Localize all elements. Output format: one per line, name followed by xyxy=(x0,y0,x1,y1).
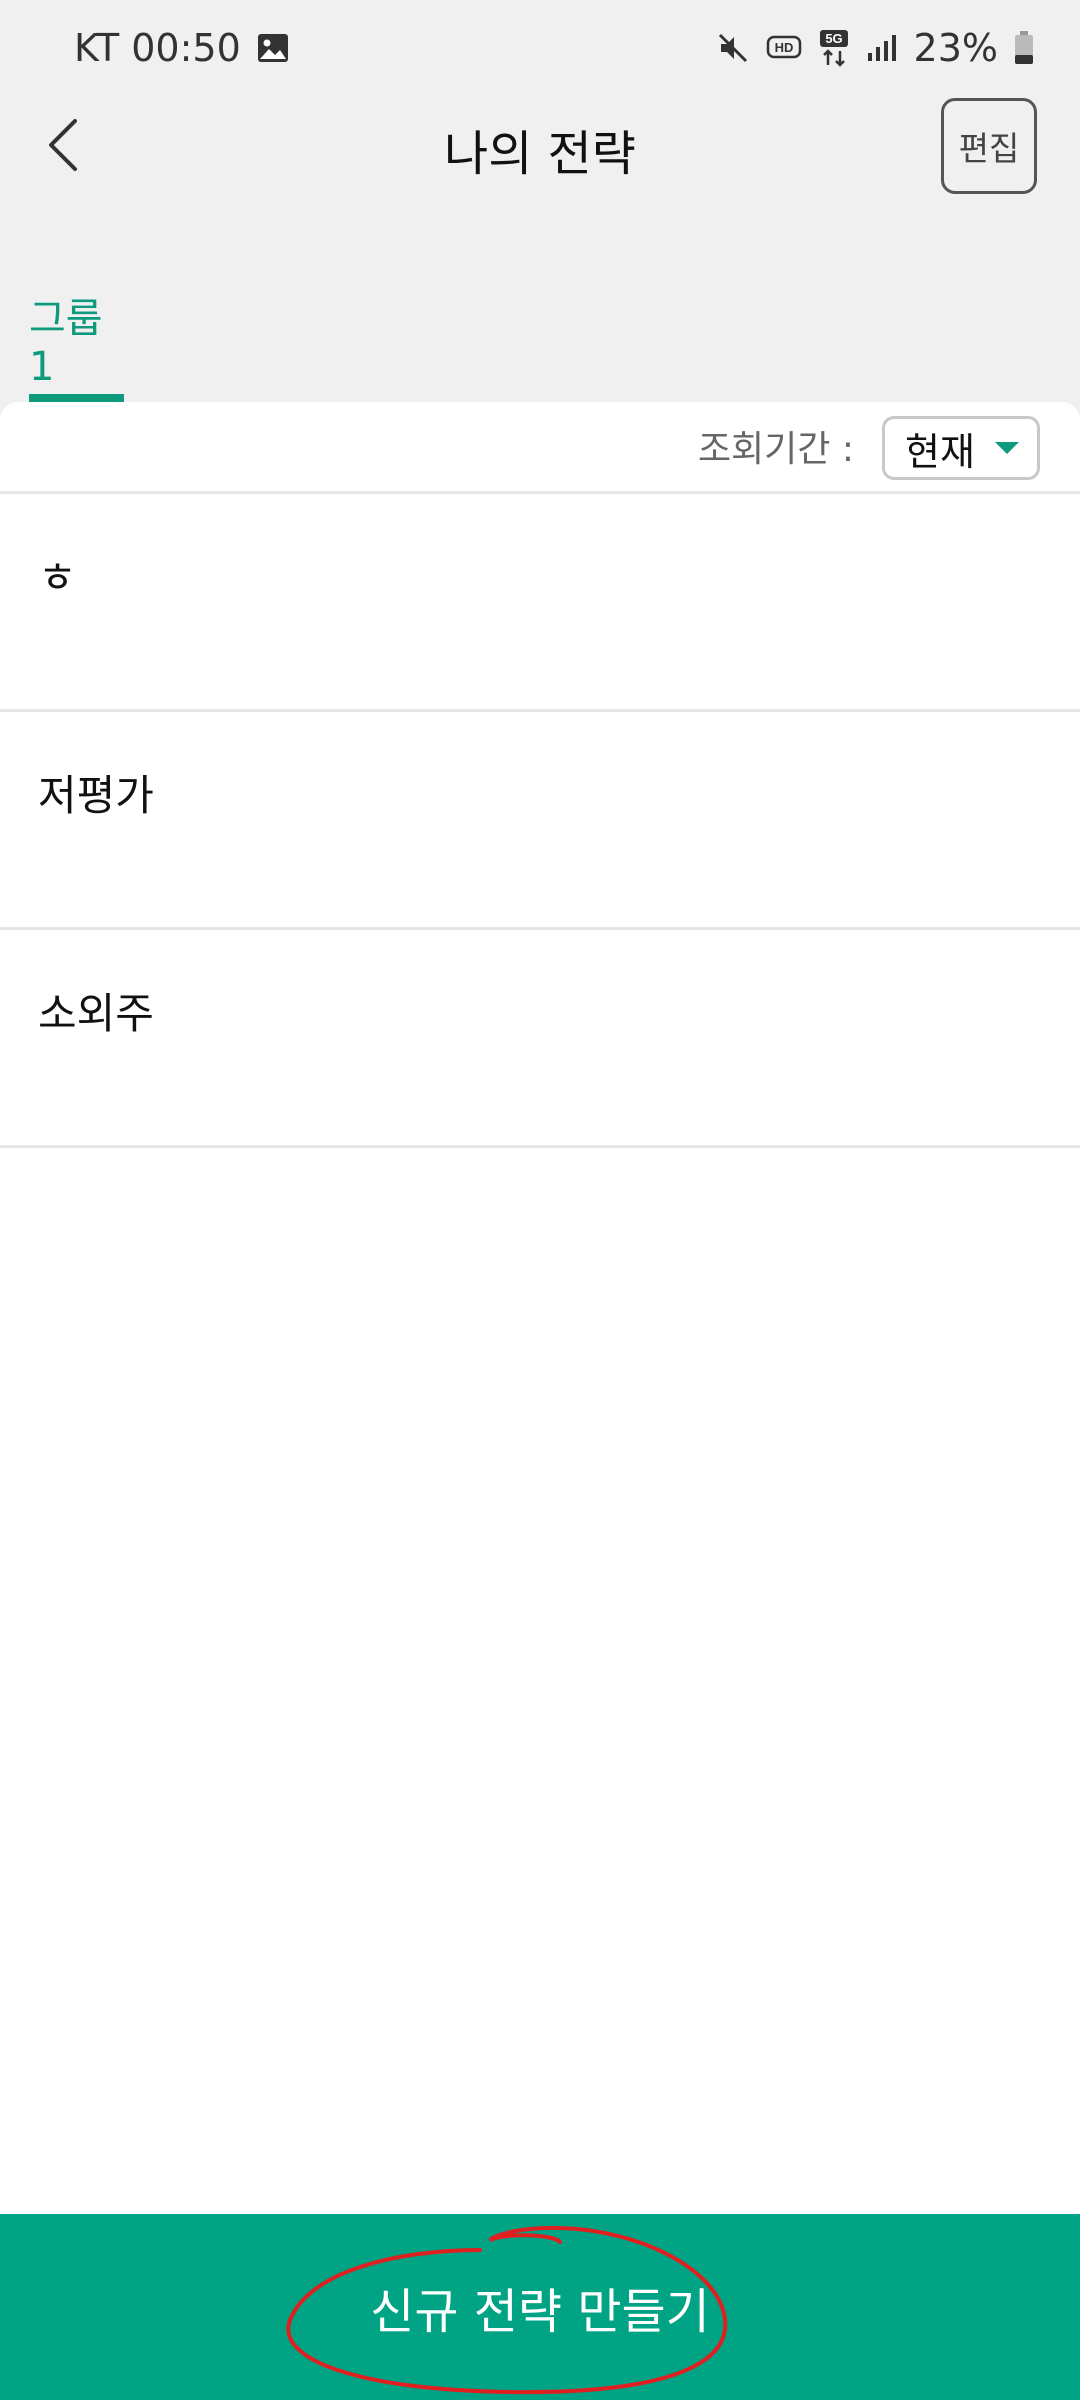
strategy-item[interactable]: 저평가 xyxy=(0,712,1080,930)
app-header: 나의 전략 편집 xyxy=(0,96,1080,200)
new-strategy-label: 신규 전략 만들기 xyxy=(370,2284,710,2340)
tab-group1[interactable]: 그룹1 xyxy=(29,250,124,402)
gallery-icon xyxy=(257,33,289,63)
strategy-name: 저평가 xyxy=(38,771,154,820)
hd-icon: HD xyxy=(766,34,802,62)
svg-text:HD: HD xyxy=(774,40,793,55)
strategy-list: ㅎ 저평가 소외주 xyxy=(0,494,1080,1148)
strategy-item[interactable]: 소외주 xyxy=(0,930,1080,1148)
5g-icon: 5G xyxy=(818,29,850,67)
tab-label: 그룹1 xyxy=(29,296,103,390)
strategy-name: ㅎ xyxy=(38,553,77,602)
period-dropdown[interactable]: 현재 xyxy=(882,416,1040,480)
strategy-panel: 조회기간 : 현재 ㅎ 저평가 소외주 xyxy=(0,402,1080,2214)
period-label: 조회기간 : xyxy=(697,429,854,470)
tab-active-indicator xyxy=(29,394,124,402)
new-strategy-button[interactable]: 신규 전략 만들기 xyxy=(0,2214,1080,2400)
strategy-item[interactable]: ㅎ xyxy=(0,494,1080,712)
group-tabs: 그룹1 xyxy=(0,250,1080,402)
status-bar: KT 00:50 HD 5G 23% xyxy=(0,0,1080,96)
svg-text:5G: 5G xyxy=(825,31,842,46)
battery-percent: 23% xyxy=(913,26,998,70)
battery-icon xyxy=(1014,31,1034,65)
status-left: KT 00:50 xyxy=(74,26,289,70)
strategy-name: 소외주 xyxy=(38,989,154,1038)
period-value: 현재 xyxy=(905,429,975,474)
caret-down-icon xyxy=(994,442,1019,454)
signal-icon xyxy=(866,33,898,63)
edit-button[interactable]: 편집 xyxy=(941,98,1037,194)
mute-icon xyxy=(716,31,750,65)
carrier-time: KT 00:50 xyxy=(74,26,241,70)
page-title: 나의 전략 xyxy=(444,126,636,182)
status-right: HD 5G 23% xyxy=(716,26,1034,70)
period-filter-row: 조회기간 : 현재 xyxy=(0,402,1080,494)
